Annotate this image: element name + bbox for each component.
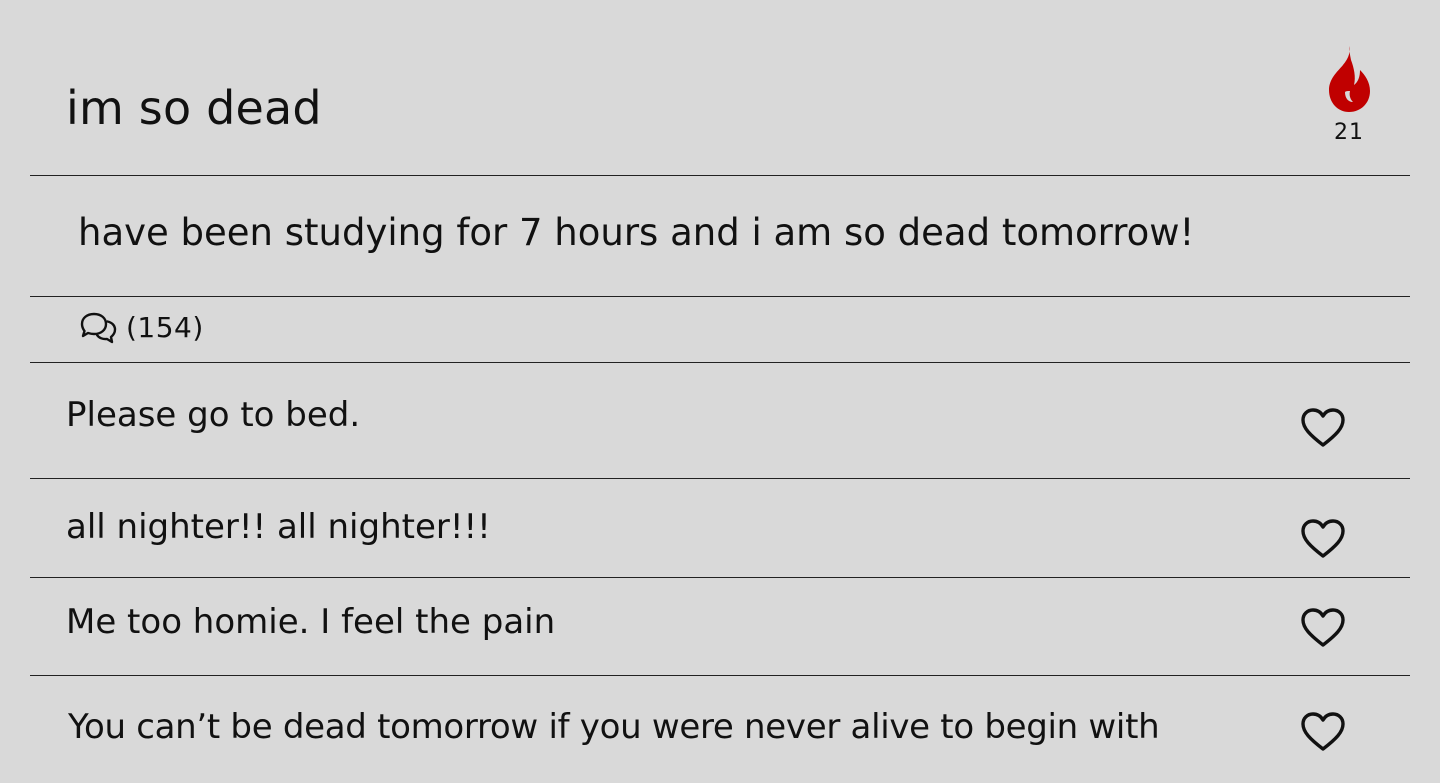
heart-icon[interactable] <box>1300 407 1346 449</box>
divider <box>30 175 1410 176</box>
heart-icon[interactable] <box>1300 607 1346 649</box>
comments-count: (154) <box>126 311 204 344</box>
comment-text: Please go to bed. <box>66 395 361 435</box>
comment-item: Me too homie. I feel the pain <box>0 578 1440 675</box>
post-body: have been studying for 7 hours and i am … <box>78 211 1195 254</box>
post-header: im so dead 21 <box>0 0 1440 176</box>
heart-icon[interactable] <box>1300 711 1346 753</box>
fire-icon[interactable] <box>1323 44 1375 114</box>
comment-text: You can’t be dead tomorrow if you were n… <box>68 707 1160 747</box>
comment-item: all nighter!! all nighter!!! <box>0 479 1440 577</box>
comment-text: Me too homie. I feel the pain <box>66 602 556 642</box>
heart-icon[interactable] <box>1300 518 1346 560</box>
comments-toggle[interactable]: (154) <box>78 310 204 346</box>
speech-bubbles-icon <box>80 312 117 344</box>
post-title: im so dead <box>66 81 322 135</box>
fire-reaction[interactable]: 21 <box>1318 44 1380 154</box>
divider <box>30 296 1410 297</box>
comment-item: Please go to bed. <box>0 363 1440 478</box>
fire-count: 21 <box>1334 120 1364 145</box>
post-detail-page: im so dead 21 have been studying for 7 h… <box>0 0 1440 783</box>
comment-text: all nighter!! all nighter!!! <box>66 507 491 547</box>
comment-item: You can’t be dead tomorrow if you were n… <box>0 676 1440 783</box>
